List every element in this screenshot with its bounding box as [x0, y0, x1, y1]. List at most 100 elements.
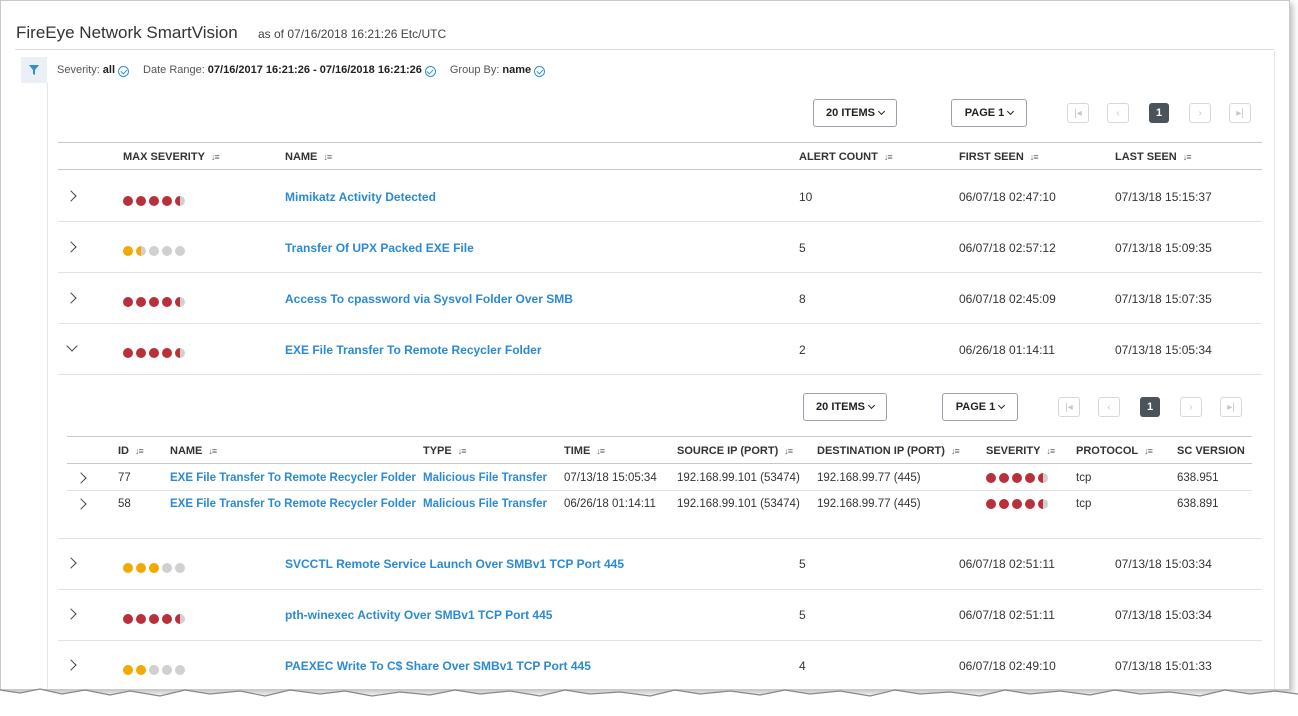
severity-dots — [123, 246, 185, 256]
sub-page-select-label: PAGE 1 — [955, 401, 996, 413]
row-divider — [58, 589, 1262, 590]
sub-row-type-link[interactable]: Malicious File Transfer — [423, 472, 547, 484]
col-header-name-label: NAME — [285, 151, 318, 163]
sub-row-sc-version: 638.951 — [1177, 472, 1219, 484]
sub-col-header-protocol[interactable]: PROTOCOL ↓≡ — [1076, 445, 1153, 457]
col-header-last-seen[interactable]: LAST SEEN ↓≡ — [1115, 151, 1191, 163]
sub-row-name-link[interactable]: EXE File Transfer To Remote Recycler Fol… — [170, 472, 416, 484]
severity-filter-check-icon[interactable] — [118, 65, 130, 77]
expand-arrow-icon[interactable] — [65, 292, 77, 304]
first-page-button[interactable]: |◂ — [1067, 103, 1089, 123]
col-header-alert-count[interactable]: ALERT COUNT ↓≡ — [799, 151, 893, 163]
sub-col-header-type[interactable]: TYPE ↓≡ — [423, 445, 466, 457]
col-header-name[interactable]: NAME ↓≡ — [285, 151, 332, 163]
sub-first-page-button[interactable]: |◂ — [1058, 397, 1080, 417]
severity-dot — [162, 348, 172, 358]
sub-row-time: 07/13/18 15:05:34 — [564, 472, 657, 484]
severity-dot — [175, 563, 185, 573]
sort-icon: ↓≡ — [950, 446, 960, 456]
sub-col-header-source-ip[interactable]: SOURCE IP (PORT) ↓≡ — [677, 445, 793, 457]
severity-dot — [1038, 499, 1048, 509]
sub-prev-page-button[interactable]: ‹ — [1098, 397, 1120, 417]
severity-dot — [162, 563, 172, 573]
col-header-first-seen[interactable]: FIRST SEEN ↓≡ — [959, 151, 1039, 163]
sub-page-select[interactable]: PAGE 1 — [942, 393, 1018, 421]
severity-dots — [986, 499, 1048, 509]
col-header-last-seen-label: LAST SEEN — [1115, 151, 1177, 163]
expand-arrow-icon[interactable] — [65, 190, 77, 202]
severity-dot — [162, 246, 172, 256]
sub-row-name-link[interactable]: EXE File Transfer To Remote Recycler Fol… — [170, 498, 416, 510]
severity-dot — [162, 665, 172, 675]
row-name-link[interactable]: PAEXEC Write To C$ Share Over SMBv1 TCP … — [285, 659, 591, 673]
sub-row-id: 77 — [118, 472, 131, 484]
items-per-page-select[interactable]: 20 ITEMS — [813, 99, 897, 127]
sort-icon: ↓≡ — [323, 152, 332, 162]
first-page-icon: |◂ — [1065, 401, 1073, 413]
sub-header-bottom-rule — [67, 463, 1252, 464]
row-name-link[interactable]: pth-winexec Activity Over SMBv1 TCP Port… — [285, 608, 552, 622]
prev-page-button[interactable]: ‹ — [1107, 103, 1129, 123]
row-first-seen: 06/07/18 02:49:10 — [959, 659, 1056, 673]
collapse-arrow-icon[interactable] — [66, 340, 78, 352]
sub-col-header-sc-version[interactable]: SC VERSION — [1177, 445, 1245, 457]
severity-dot — [1012, 499, 1022, 509]
severity-dot — [149, 665, 159, 675]
severity-dot — [175, 297, 185, 307]
group-by-check-icon[interactable] — [534, 65, 546, 77]
last-page-icon: ▸| — [1236, 107, 1244, 119]
row-name-link[interactable]: EXE File Transfer To Remote Recycler Fol… — [285, 343, 542, 357]
row-name-link[interactable]: Access To cpassword via Sysvol Folder Ov… — [285, 292, 573, 306]
sub-header-top-rule — [67, 436, 1252, 437]
sub-row-protocol: tcp — [1076, 472, 1092, 484]
sub-row-source-ip: 192.168.99.101 (53474) — [677, 498, 800, 510]
sub-last-page-button[interactable]: ▸| — [1220, 397, 1242, 417]
date-range-label: Date Range: — [143, 64, 205, 76]
sub-next-page-button[interactable]: › — [1180, 397, 1202, 417]
row-alert-count: 5 — [799, 241, 806, 255]
row-name-link[interactable]: SVCCTL Remote Service Launch Over SMBv1 … — [285, 557, 624, 571]
sub-items-per-page-select[interactable]: 20 ITEMS — [803, 393, 887, 421]
sub-col-header-id[interactable]: ID ↓≡ — [118, 445, 144, 457]
expand-arrow-icon[interactable] — [65, 557, 77, 569]
row-first-seen: 06/07/18 02:47:10 — [959, 190, 1056, 204]
sub-row-type-link[interactable]: Malicious File Transfer — [423, 498, 547, 510]
last-page-button[interactable]: ▸| — [1229, 103, 1251, 123]
severity-dot — [123, 563, 133, 573]
expand-arrow-icon[interactable] — [75, 472, 87, 484]
sub-col-header-name[interactable]: NAME ↓≡ — [170, 445, 217, 457]
next-page-button[interactable]: › — [1189, 103, 1211, 123]
expand-arrow-icon[interactable] — [65, 241, 77, 253]
col-header-first-seen-label: FIRST SEEN — [959, 151, 1024, 163]
date-range-check-icon[interactable] — [424, 65, 436, 77]
sub-row-id: 58 — [118, 498, 131, 510]
page-select[interactable]: PAGE 1 — [951, 99, 1027, 127]
sort-icon: ↓≡ — [596, 446, 605, 456]
row-name-link[interactable]: Mimikatz Activity Detected — [285, 190, 436, 204]
sub-col-header-source-ip-label: SOURCE IP (PORT) — [677, 445, 779, 457]
sub-col-header-time[interactable]: TIME ↓≡ — [564, 445, 605, 457]
severity-dot — [999, 473, 1009, 483]
severity-dot — [149, 297, 159, 307]
current-page-button[interactable]: 1 — [1149, 103, 1169, 123]
expand-arrow-icon[interactable] — [65, 659, 77, 671]
severity-dot — [136, 297, 146, 307]
expand-arrow-icon[interactable] — [75, 498, 87, 510]
severity-dots — [123, 614, 185, 624]
severity-dot — [149, 246, 159, 256]
sub-current-page-button[interactable]: 1 — [1140, 397, 1160, 417]
col-header-alert-count-label: ALERT COUNT — [799, 151, 878, 163]
severity-dot — [986, 473, 996, 483]
row-last-seen: 07/13/18 15:15:37 — [1115, 190, 1212, 204]
col-header-max-severity[interactable]: MAX SEVERITY ↓≡ — [123, 151, 220, 163]
row-name-link[interactable]: Transfer Of UPX Packed EXE File — [285, 241, 474, 255]
row-alert-count: 10 — [799, 190, 813, 204]
sub-col-header-dest-ip[interactable]: DESTINATION IP (PORT) ↓≡ — [817, 445, 960, 457]
sub-col-header-severity[interactable]: SEVERITY ↓≡ — [986, 445, 1055, 457]
main-pager: 20 ITEMS PAGE 1 |◂ ‹ 1 › ▸| — [813, 99, 1251, 127]
expand-arrow-icon[interactable] — [65, 608, 77, 620]
filter-toggle-button[interactable] — [21, 57, 47, 83]
row-divider — [58, 272, 1262, 273]
severity-filter-value: all — [102, 64, 116, 76]
sort-icon: ↓≡ — [208, 446, 217, 456]
